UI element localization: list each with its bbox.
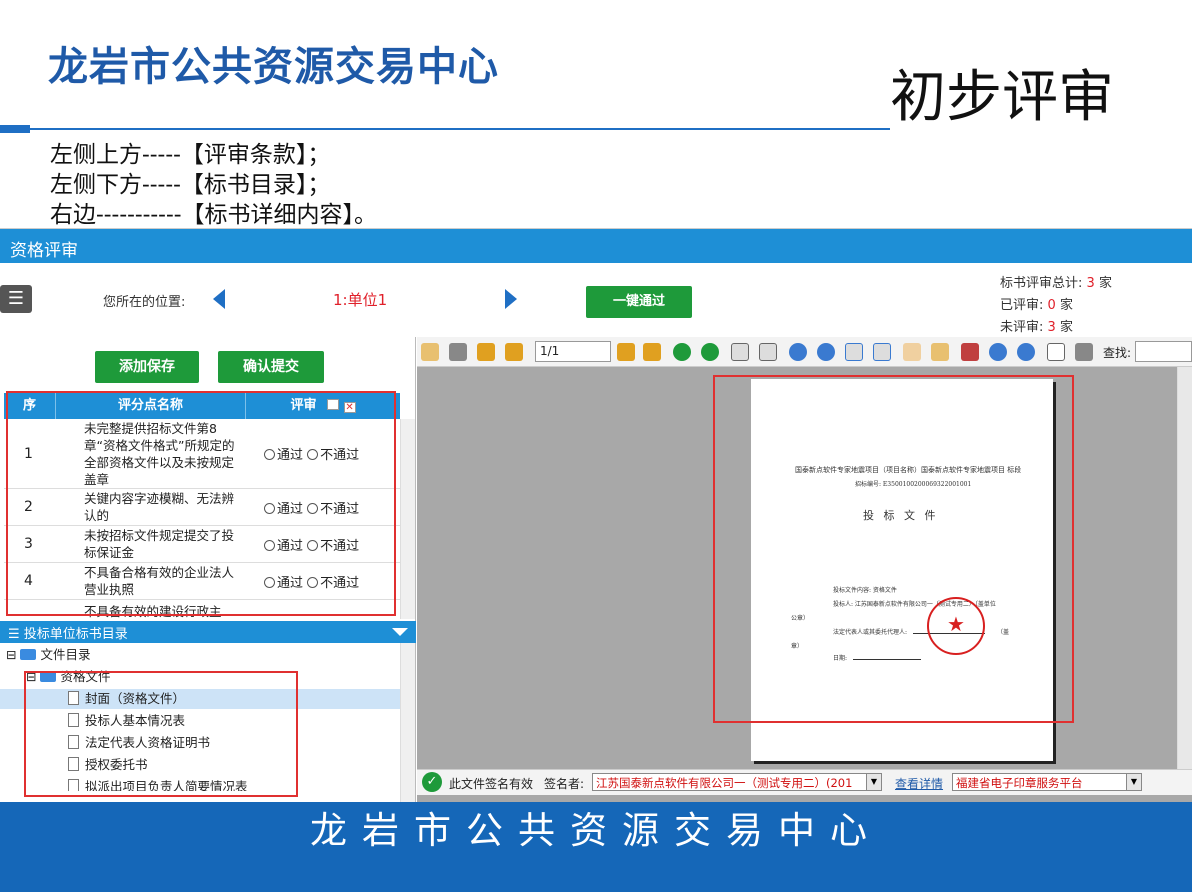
signer-label: 签名者: [544,777,585,791]
tree-scrollbar[interactable] [400,643,415,802]
signer-value: 江苏国泰新点软件有限公司一（测试专用二）(201 [596,776,853,790]
slide-notes: 左侧上方-----【评审条款】； 左侧下方-----【标书目录】； 右边----… [50,140,377,230]
tree-header[interactable]: ☰ 投标单位标书目录 [0,621,416,643]
note-line: 左侧上方-----【评审条款】； [50,142,331,168]
continuous-page-icon[interactable] [1075,343,1093,361]
single-page-icon[interactable] [1047,343,1065,361]
find-input[interactable] [1135,341,1192,362]
current-unit: 1:单位1 [333,291,388,309]
signature-status: 此文件签名有效 [449,777,534,791]
bookmark-icon[interactable] [421,343,439,361]
stat-unit: 家 [1098,276,1112,291]
rotate-right-icon[interactable] [759,343,777,361]
zoom-out-icon[interactable] [817,343,835,361]
forward-icon[interactable] [701,343,719,361]
tree-title: 投标单位标书目录 [23,627,128,642]
text-select-icon[interactable] [931,343,949,361]
submit-button[interactable]: 确认提交 [218,351,324,383]
tree-menu-icon: ☰ [8,627,20,642]
platform-value: 福建省电子印章服务平台 [956,776,1083,790]
viewer-toolbar: 1/1 查找: [417,337,1192,367]
hand-tool-icon[interactable] [903,343,921,361]
print-icon[interactable] [449,343,467,361]
clauses-highlight-box [6,391,396,616]
tree-root-label: 文件目录 [40,647,91,662]
title-accent-bar [0,125,30,133]
next-unit-icon[interactable] [505,289,517,309]
view-details-link[interactable]: 查看详情 [895,775,943,792]
note-line: 右边-----------【标书详细内容】。 [50,202,377,228]
app-header: 资格评审 [0,229,1192,263]
tree-root[interactable]: ⊟ 文件目录 [6,645,90,665]
save-button[interactable]: 添加保存 [95,351,199,383]
pdf-viewer: 1/1 查找: 国泰新点软件专家地震项目（项目名称）国泰新点软件专家地震项目 标… [417,337,1192,802]
collapse-icon[interactable] [392,628,408,636]
platform-select[interactable]: 福建省电子印章服务平台 ▼ [952,773,1142,791]
magnify-in-icon[interactable] [989,343,1007,361]
stat-unreviewed-value: 3 [1047,320,1056,335]
find-label: 查找: [1103,346,1132,360]
snapshot-icon[interactable] [961,343,979,361]
review-stats: 标书评审总计: 3 家 已评审: 0 家 未评审: 3 家 [1000,273,1112,339]
signature-bar: ✓ 此文件签名有效 签名者: 江苏国泰新点软件有限公司一（测试专用二）(201 ▼… [417,769,1192,795]
review-clauses-panel: 添加保存 确认提交 序 评分点名称 评审 ✕ 1 未完整提供招标文件第8章“资格… [0,337,416,802]
zoom-in-icon[interactable] [789,343,807,361]
slide-section-label: 初步评审 [890,65,1114,130]
fit-page-icon[interactable] [873,343,891,361]
pass-all-button[interactable]: 一键通过 [586,286,692,318]
grid-scrollbar[interactable] [400,419,415,619]
document-highlight-box [713,375,1074,723]
prev-unit-icon[interactable] [213,289,225,309]
stat-unit: 家 [1059,320,1073,335]
stat-total-label: 标书评审总计: [1000,276,1083,291]
viewer-scrollbar[interactable] [1177,367,1192,787]
slide-title: 龙岩市公共资源交易中心 [48,44,499,90]
title-divider [30,128,890,130]
chevron-down-icon: ▼ [1126,774,1141,790]
review-app-window: 资格评审 ☰ 您所在的位置: 1:单位1 一键通过 标书评审总计: 3 家 已评… [0,228,1192,802]
stat-total-value: 3 [1086,276,1095,291]
stat-unreviewed-label: 未评审: [1000,320,1044,335]
prev-page-icon[interactable] [505,343,523,361]
chevron-down-icon: ▼ [866,774,881,790]
fit-width-icon[interactable] [845,343,863,361]
folder-icon [20,649,37,660]
location-label: 您所在的位置: [103,295,186,310]
next-page-icon[interactable] [617,343,635,361]
last-page-icon[interactable] [643,343,661,361]
rotate-left-icon[interactable] [731,343,749,361]
stat-reviewed-label: 已评审: [1000,298,1044,313]
menu-icon[interactable]: ☰ [0,285,32,313]
back-icon[interactable] [673,343,691,361]
stat-unit: 家 [1059,298,1073,313]
footer-title: 龙岩市公共资源交易中心 [310,809,882,852]
magnify-out-icon[interactable] [1017,343,1035,361]
note-line: 左侧下方-----【标书目录】； [50,172,331,198]
tree-highlight-box [24,671,298,797]
signer-select[interactable]: 江苏国泰新点软件有限公司一（测试专用二）(201 ▼ [592,773,882,791]
stat-reviewed-value: 0 [1047,298,1056,313]
first-page-icon[interactable] [477,343,495,361]
page-input[interactable]: 1/1 [535,341,611,362]
valid-check-icon: ✓ [422,772,442,792]
